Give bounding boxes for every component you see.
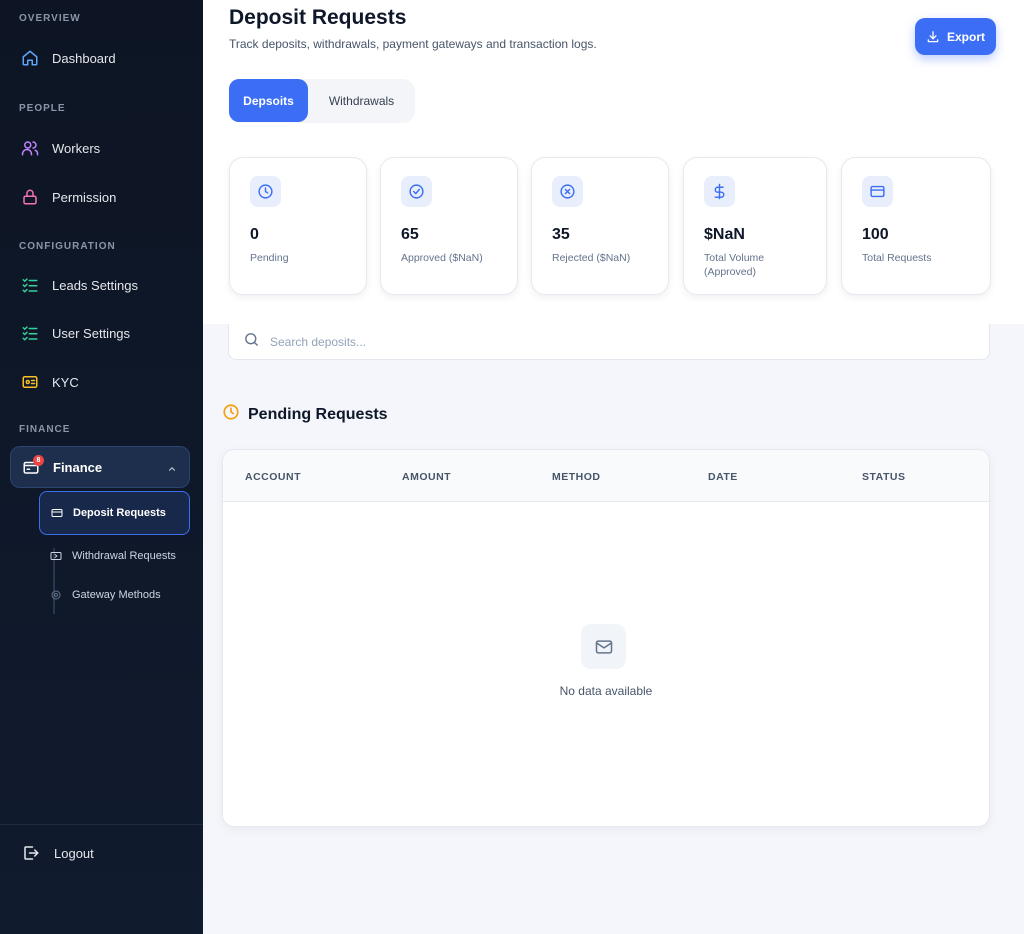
stat-card-total: 100 Total Requests [841,157,991,295]
stat-label: Rejected ($NaN) [552,252,631,264]
column-header-date[interactable]: DATE [708,471,738,483]
column-header-method[interactable]: METHOD [552,471,601,483]
download-icon [927,30,939,42]
sidebar-item-label: Workers [52,140,101,156]
search-input[interactable] [270,334,870,349]
chevron-up-icon[interactable] [167,461,177,479]
x-circle-icon [552,176,583,207]
sidebar-subitem-label: Deposit Requests [73,507,166,519]
sidebar-item-label: User Settings [52,325,131,341]
inbox-icon [581,624,626,669]
search-bar [228,324,990,360]
stat-label: Total Volume (Approved) [704,252,765,278]
stat-value: $NaN [704,226,745,243]
tab-deposits[interactable]: Depsoits [229,79,308,122]
sidebar-item-workers[interactable]: Workers [10,128,190,168]
sidebar-subitem-deposit-requests[interactable]: Deposit Requests [39,491,190,535]
stat-card-volume: $NaN Total Volume (Approved) [683,157,827,295]
sidebar-item-label: Permission [52,189,117,205]
list-check-icon [20,323,40,343]
logout-label: Logout [54,845,94,861]
sidebar-subitem-gateway-methods[interactable]: Gateway Methods [39,579,190,611]
sidebar-item-finance[interactable]: 8 Finance [10,446,190,488]
section-label-finance: FINANCE [19,424,71,435]
notification-badge: 8 [33,455,44,466]
pending-requests-table: ACCOUNT AMOUNT METHOD DATE STATUS No dat… [222,449,990,827]
table-header: ACCOUNT AMOUNT METHOD DATE STATUS [223,450,989,502]
column-header-account[interactable]: ACCOUNT [245,471,301,483]
gateway-icon [49,588,63,602]
sidebar-item-label: Finance [53,459,103,475]
sidebar-item-permission[interactable]: Permission [10,177,190,217]
stat-label: Total Requests [862,252,932,264]
export-button[interactable]: Export [915,18,996,55]
logout-button[interactable]: Logout [10,833,190,873]
stat-label: Pending [250,252,289,264]
users-icon [20,138,40,158]
page-subtitle: Track deposits, withdrawals, payment gat… [229,37,597,51]
stat-label: Approved ($NaN) [401,252,483,264]
lock-icon [20,187,40,207]
stat-card-rejected: 35 Rejected ($NaN) [531,157,669,295]
clock-icon [250,176,281,207]
sidebar-subitem-label: Withdrawal Requests [72,550,176,562]
column-header-amount[interactable]: AMOUNT [402,471,451,483]
card-icon [862,176,893,207]
stat-card-pending: 0 Pending [229,157,367,295]
page-title: Deposit Requests [229,6,407,29]
stat-value: 100 [862,226,889,243]
clock-icon [222,403,240,426]
dollar-icon [704,176,735,207]
sidebar-subitem-withdrawal-requests[interactable]: Withdrawal Requests [39,540,190,572]
stat-value: 65 [401,226,419,243]
section-label-people: PEOPLE [19,103,66,114]
withdraw-icon [49,549,63,563]
section-label-configuration: CONFIGURATION [19,241,116,252]
sidebar-item-label: Leads Settings [52,277,139,293]
card-icon [50,506,64,520]
check-circle-icon [401,176,432,207]
search-icon [243,331,260,353]
sidebar-item-user-settings[interactable]: User Settings [10,313,190,353]
sidebar-item-leads-settings[interactable]: Leads Settings [10,265,190,305]
column-header-status[interactable]: STATUS [862,471,905,483]
tab-bar: Depsoits Withdrawals [229,79,415,123]
stat-card-approved: 65 Approved ($NaN) [380,157,518,295]
sidebar-divider [0,824,203,825]
sidebar: OVERVIEW Dashboard PEOPLE Workers Permis… [0,0,203,934]
sidebar-item-label: Dashboard [52,50,116,66]
stat-value: 0 [250,226,259,243]
pending-section-title: Pending Requests [248,405,388,423]
export-label: Export [946,29,985,44]
list-check-icon [20,275,40,295]
home-icon [20,48,40,68]
sidebar-item-label: KYC [52,374,79,390]
id-card-icon [20,372,40,392]
stat-value: 35 [552,226,570,243]
section-label-overview: OVERVIEW [19,13,81,24]
sidebar-item-kyc[interactable]: KYC [10,362,190,402]
tab-withdrawals[interactable]: Withdrawals [308,79,415,122]
empty-state-text: No data available [559,684,653,698]
sidebar-item-dashboard[interactable]: Dashboard [10,38,190,78]
sidebar-subitem-label: Gateway Methods [72,589,161,601]
pending-section-header: Pending Requests [222,403,388,426]
logout-icon [21,843,41,863]
